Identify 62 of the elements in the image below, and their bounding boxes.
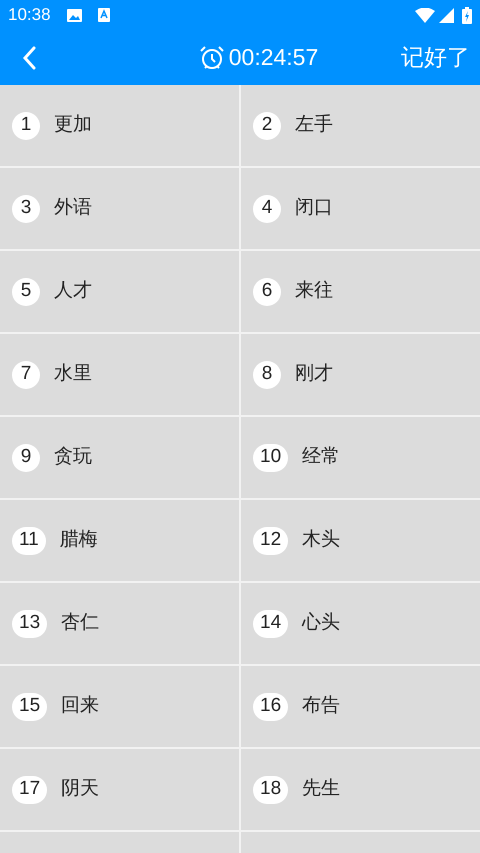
word-cell[interactable]: 7 水里 xyxy=(0,334,239,415)
word-text: 布告 xyxy=(302,694,340,718)
word-text: 人才 xyxy=(54,279,92,304)
alarm-clock-icon xyxy=(198,44,225,70)
word-cell[interactable]: 9 贪玩 xyxy=(0,417,239,498)
number-badge: 5 xyxy=(12,278,40,306)
number-badge: 2 xyxy=(253,112,281,140)
word-text: 回来 xyxy=(61,694,100,718)
number-badge: 4 xyxy=(253,194,281,222)
word-text: 左手 xyxy=(295,113,333,138)
number-badge: 10 xyxy=(253,444,288,472)
word-cell[interactable]: 3 外语 xyxy=(0,168,239,249)
word-text: 阴天 xyxy=(61,777,100,802)
word-cell[interactable]: 5 人才 xyxy=(0,251,239,332)
number-badge: 12 xyxy=(253,526,288,554)
number-badge: 18 xyxy=(253,776,288,804)
word-cell[interactable]: 10 经常 xyxy=(241,417,480,498)
number-badge: 11 xyxy=(12,526,46,554)
word-text: 木头 xyxy=(302,528,340,552)
word-text: 刚才 xyxy=(295,362,333,386)
number-badge: 14 xyxy=(253,610,288,638)
number-badge: 13 xyxy=(12,610,48,638)
word-cell[interactable]: 16 布告 xyxy=(241,666,480,747)
word-cell[interactable]: 13 杏仁 xyxy=(0,583,239,664)
status-time: 10:38 xyxy=(8,4,51,26)
word-text: 经常 xyxy=(302,445,340,470)
word-cell[interactable]: 8 刚才 xyxy=(241,334,480,415)
word-text: 腊梅 xyxy=(60,528,98,552)
word-cell[interactable]: 12 木头 xyxy=(241,500,480,581)
word-cell[interactable]: 17 阴天 xyxy=(0,749,239,830)
number-badge: 8 xyxy=(253,360,281,388)
word-text: 水里 xyxy=(54,362,92,386)
word-text: 杏仁 xyxy=(61,611,100,636)
word-text: 贪玩 xyxy=(54,445,92,470)
word-cell[interactable]: 4 闭口 xyxy=(241,168,480,249)
battery-icon xyxy=(462,6,472,24)
number-badge: 1 xyxy=(12,112,40,140)
word-text: 外语 xyxy=(54,196,92,220)
signal-icon xyxy=(439,8,454,22)
word-cell[interactable]: 15 回来 xyxy=(0,666,239,747)
number-badge: 15 xyxy=(12,692,48,720)
word-cell[interactable]: 6 来往 xyxy=(241,251,480,332)
word-cell[interactable]: 18 先生 xyxy=(241,749,480,830)
word-text: 心头 xyxy=(302,611,340,636)
word-cell[interactable]: 2 左手 xyxy=(241,85,480,166)
number-badge: 9 xyxy=(12,444,40,472)
number-badge: 17 xyxy=(12,776,48,804)
word-text: 更加 xyxy=(54,113,92,138)
number-badge: 6 xyxy=(253,278,281,306)
wifi-icon xyxy=(415,8,435,22)
word-text: 来往 xyxy=(295,279,333,304)
word-text: 闭口 xyxy=(295,196,333,220)
word-cell[interactable]: 11 腊梅 xyxy=(0,500,239,581)
word-text: 先生 xyxy=(302,777,340,802)
number-badge: 16 xyxy=(253,692,288,720)
font-icon xyxy=(98,8,110,22)
timer: 00:24:57 xyxy=(228,43,318,72)
number-badge: 7 xyxy=(12,360,40,388)
word-cell[interactable]: 14 心头 xyxy=(241,583,480,664)
word-cell[interactable]: 1 更加 xyxy=(0,85,239,166)
number-badge: 3 xyxy=(12,194,40,222)
image-icon xyxy=(66,8,82,22)
